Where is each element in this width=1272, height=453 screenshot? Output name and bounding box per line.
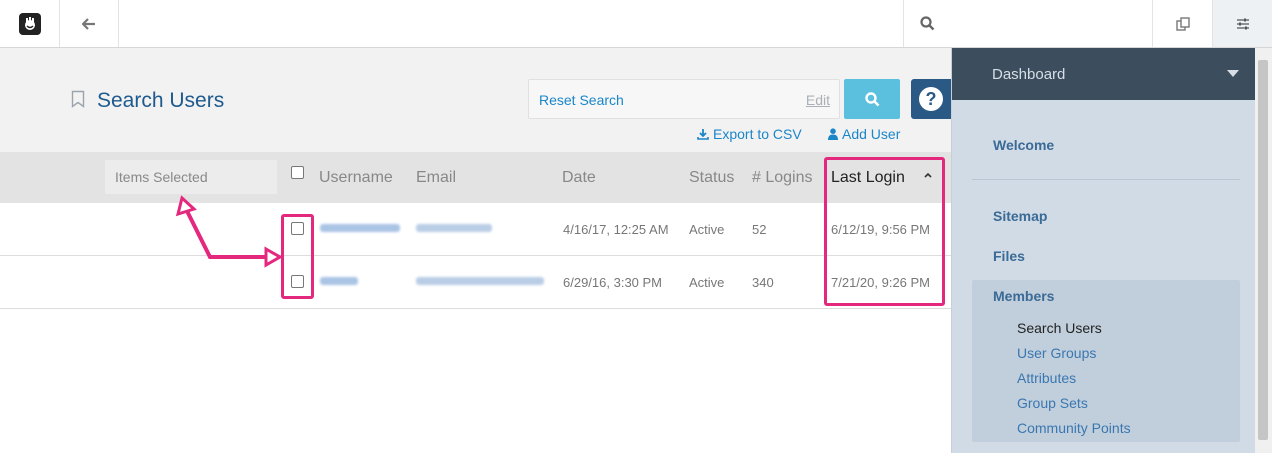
nav-welcome[interactable]: Welcome (993, 137, 1054, 153)
dashboard-panel: Dashboard Welcome Sitemap Files Members … (951, 48, 1272, 453)
date-cell: 6/29/16, 3:30 PM (563, 275, 663, 290)
column-username[interactable]: Username (319, 169, 393, 187)
caret-down-icon (1227, 70, 1239, 77)
bookmark-icon[interactable] (71, 90, 85, 108)
status-cell: Active (689, 222, 725, 237)
column-status[interactable]: Status (689, 169, 734, 187)
nav-search-users[interactable]: Search Users (1017, 320, 1102, 336)
logo-button[interactable] (0, 0, 60, 47)
arrow-left-icon (82, 17, 95, 30)
table-row[interactable]: 6/29/16, 3:30 PM Active 340 7/21/20, 9:2… (0, 256, 951, 309)
user-icon (828, 128, 838, 140)
top-toolbar (0, 0, 1272, 48)
search-button[interactable] (844, 79, 900, 119)
reset-search-link[interactable]: Reset Search (539, 92, 624, 108)
logins-cell: 52 (752, 222, 767, 237)
nav-group-sets[interactable]: Group Sets (1017, 395, 1088, 411)
add-user-label: Add User (842, 126, 901, 142)
nav-members[interactable]: Members (993, 288, 1054, 304)
username-redacted[interactable] (320, 224, 400, 232)
copy-button[interactable] (1153, 0, 1213, 47)
copy-icon (1175, 16, 1190, 31)
scrollbar-thumb[interactable] (1258, 60, 1268, 440)
settings-button[interactable] (1213, 0, 1272, 47)
nav-files[interactable]: Files (993, 248, 1025, 264)
nav-sitemap[interactable]: Sitemap (993, 208, 1047, 224)
concrete5-logo-icon (18, 12, 41, 35)
edit-search-link[interactable]: Edit (806, 92, 830, 108)
items-selected-dropdown[interactable]: Items Selected (105, 160, 277, 194)
email-redacted (416, 277, 544, 285)
page-title: Search Users (97, 89, 225, 112)
back-button[interactable] (60, 0, 119, 47)
logins-cell: 340 (752, 275, 774, 290)
last-login-highlight-box (824, 157, 945, 306)
panel-scrollbar[interactable] (1255, 48, 1272, 453)
annotation-arrow-icon (175, 195, 284, 268)
export-csv-label: Export to CSV (713, 126, 802, 142)
dashboard-dropdown[interactable]: Dashboard (952, 48, 1255, 100)
column-logins[interactable]: # Logins (752, 169, 813, 187)
dashboard-label: Dashboard (992, 66, 1066, 83)
help-icon: ? (919, 87, 943, 111)
select-all-checkbox[interactable] (291, 166, 304, 179)
nav-community-points[interactable]: Community Points (1017, 420, 1131, 436)
sliders-icon (1236, 18, 1249, 29)
table-row[interactable]: 4/16/17, 12:25 AM Active 52 6/12/19, 9:5… (0, 203, 951, 256)
status-cell: Active (689, 275, 725, 290)
email-redacted (416, 224, 492, 232)
date-cell: 4/16/17, 12:25 AM (563, 222, 669, 237)
column-date[interactable]: Date (562, 169, 596, 187)
search-icon (864, 91, 879, 106)
nav-user-groups[interactable]: User Groups (1017, 345, 1096, 361)
search-icon (920, 16, 935, 31)
checkbox-highlight-box (281, 214, 314, 299)
toolbar-search[interactable] (903, 0, 1153, 47)
add-user-link[interactable]: Add User (828, 126, 900, 142)
search-box: Reset Search Edit (528, 79, 840, 119)
nav-attributes[interactable]: Attributes (1017, 370, 1076, 386)
username-redacted[interactable] (320, 277, 358, 285)
column-email[interactable]: Email (416, 169, 456, 187)
members-section (972, 280, 1240, 442)
panel-divider (972, 179, 1240, 180)
download-icon (697, 129, 709, 140)
help-button[interactable]: ? (911, 79, 951, 119)
export-csv-link[interactable]: Export to CSV (697, 126, 802, 142)
